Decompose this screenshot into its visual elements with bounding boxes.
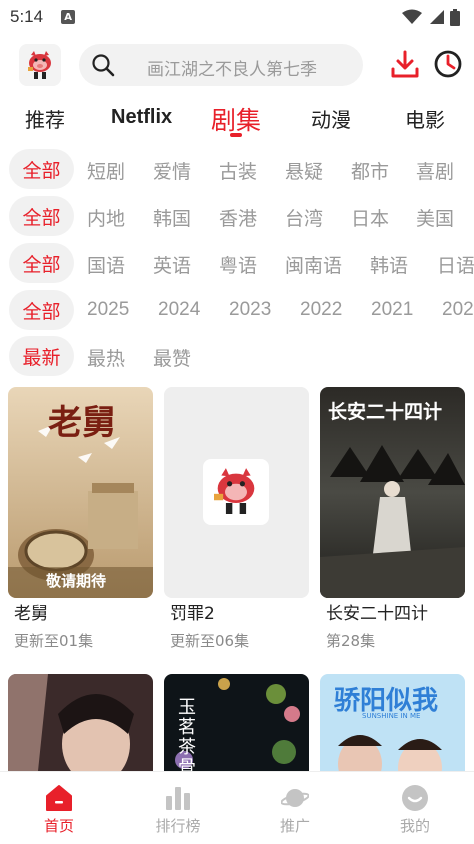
filter-option[interactable]: 2023 (229, 299, 271, 321)
card-poster: 老舅 敬请期待 (8, 387, 153, 598)
filter-option[interactable]: 韩国 (153, 204, 191, 231)
filter-option[interactable]: 日语 (437, 251, 474, 278)
filter-chip-selected[interactable]: 全部 (9, 149, 74, 189)
filter-option[interactable]: 日本 (351, 204, 389, 231)
filter-chip-selected[interactable]: 全部 (9, 196, 74, 236)
filter-option[interactable]: 最热 (87, 344, 125, 371)
card-title: 长安二十四计 (326, 604, 428, 624)
filter-option[interactable]: 韩语 (370, 251, 408, 278)
poster-caption-text: 敬请期待 (46, 572, 107, 590)
filter-option[interactable]: 短剧 (87, 157, 125, 184)
poster-title-text: 长安二十四计 (328, 401, 443, 423)
filter-option[interactable]: 都市 (351, 157, 389, 184)
content-card[interactable]: 骄阳似我 SUNSHINE IN ME (320, 674, 465, 844)
nav-label: 排行榜 (155, 817, 201, 835)
filter-option[interactable]: 2022 (300, 299, 342, 321)
status-time: 5:14 (10, 7, 44, 26)
filter-option[interactable]: 爱情 (153, 157, 191, 184)
content-card[interactable]: 玉茗茶骨 (164, 674, 309, 844)
filter-row-year: 全部 2025 2024 2023 2022 2021 2020 (0, 290, 474, 330)
nav-item-home[interactable]: 首页 (14, 772, 104, 844)
card-title: 罚罪2 (170, 604, 215, 624)
active-tab-indicator (230, 133, 242, 137)
history-clock-icon[interactable] (433, 49, 463, 79)
filter-option[interactable]: 英语 (153, 251, 191, 278)
nav-label: 我的 (399, 817, 430, 835)
filter-option[interactable]: 2021 (371, 299, 413, 321)
wifi-icon (402, 9, 422, 24)
filter-option[interactable]: 悬疑 (285, 157, 323, 184)
tab-anime[interactable]: 动漫 (311, 104, 351, 133)
filter-option[interactable]: 国语 (87, 251, 125, 278)
content-card[interactable] (8, 674, 153, 844)
filter-option[interactable]: 闽南语 (285, 251, 342, 278)
status-bar: 5:14 A (0, 0, 474, 34)
filter-chip-selected[interactable]: 全部 (9, 290, 74, 330)
search-bar[interactable]: 画江湖之不良人第七季 (79, 44, 363, 86)
card-subtitle: 更新至01集 (14, 632, 94, 650)
content-card[interactable]: 罚罪2 更新至06集 (164, 387, 309, 657)
download-icon[interactable] (390, 49, 420, 79)
tab-series[interactable]: 剧集 (211, 101, 261, 137)
filter-option[interactable]: 2025 (87, 299, 129, 321)
poster-title-text: 玉茗茶骨 (178, 697, 196, 778)
filter-option[interactable]: 粤语 (219, 251, 257, 278)
search-placeholder: 画江湖之不良人第七季 (147, 60, 317, 80)
card-poster: 长安二十四计 (320, 387, 465, 598)
filter-option[interactable]: 古装 (219, 157, 257, 184)
filter-row-type: 全部 短剧 爱情 古装 悬疑 都市 喜剧 (0, 149, 474, 189)
battery-icon (450, 8, 460, 26)
app-logo-pig-icon (28, 51, 51, 79)
content-card[interactable]: 长安二十四计 长安二十四计 第28集 (320, 387, 465, 657)
filter-option[interactable]: 喜剧 (416, 157, 454, 184)
nav-item-ranking[interactable]: 排行榜 (133, 772, 223, 844)
poster-title-text: 老舅 (48, 403, 116, 443)
filter-option[interactable]: 台湾 (285, 204, 323, 231)
profile-icon (402, 785, 428, 811)
nav-item-promote[interactable]: 推广 (250, 772, 340, 844)
category-tabs: 推荐 Netflix 剧集 动漫 电影 (0, 96, 474, 140)
filter-option[interactable]: 2024 (158, 299, 200, 321)
filter-chip-selected[interactable]: 全部 (9, 243, 74, 283)
nav-label: 推广 (279, 817, 310, 835)
ranking-icon (166, 787, 190, 810)
status-icons (402, 8, 460, 26)
filter-row-language: 全部 国语 英语 粤语 闽南语 韩语 日语 (0, 243, 474, 283)
tab-movies[interactable]: 电影 (405, 104, 445, 133)
filter-row-sort: 最新 最热 最赞 (0, 336, 474, 376)
placeholder-logo-frame (203, 459, 269, 525)
nav-item-me[interactable]: 我的 (370, 772, 460, 844)
tab-recommend[interactable]: 推荐 (25, 104, 65, 133)
notification-icon: A (61, 10, 76, 24)
app-logo[interactable] (19, 44, 61, 86)
card-subtitle: 第28集 (326, 632, 376, 650)
filter-chip-selected[interactable]: 最新 (9, 336, 74, 376)
bottom-nav: 首页 排行榜 推广 我的 (0, 771, 474, 844)
poster-subtitle-text: SUNSHINE IN ME (362, 712, 421, 720)
signal-icon (430, 10, 444, 24)
card-title: 老舅 (14, 604, 48, 624)
placeholder-pig-icon (214, 468, 255, 514)
filter-option[interactable]: 最赞 (153, 344, 191, 371)
filter-option[interactable]: 2020 (442, 299, 474, 321)
filter-option[interactable]: 香港 (219, 204, 257, 231)
card-poster-placeholder (164, 387, 309, 598)
tab-netflix[interactable]: Netflix (111, 106, 172, 129)
planet-icon (281, 789, 309, 807)
search-header: 画江湖之不良人第七季 (0, 42, 474, 88)
home-icon (46, 785, 72, 811)
filter-row-region: 全部 内地 韩国 香港 台湾 日本 美国 (0, 196, 474, 236)
search-icon (92, 54, 115, 77)
card-subtitle: 更新至06集 (170, 632, 250, 650)
nav-label: 首页 (43, 817, 74, 835)
filter-option[interactable]: 内地 (87, 204, 125, 231)
filter-option[interactable]: 美国 (416, 204, 454, 231)
content-card[interactable]: 老舅 敬请期待 老舅 更新至01集 (8, 387, 153, 657)
